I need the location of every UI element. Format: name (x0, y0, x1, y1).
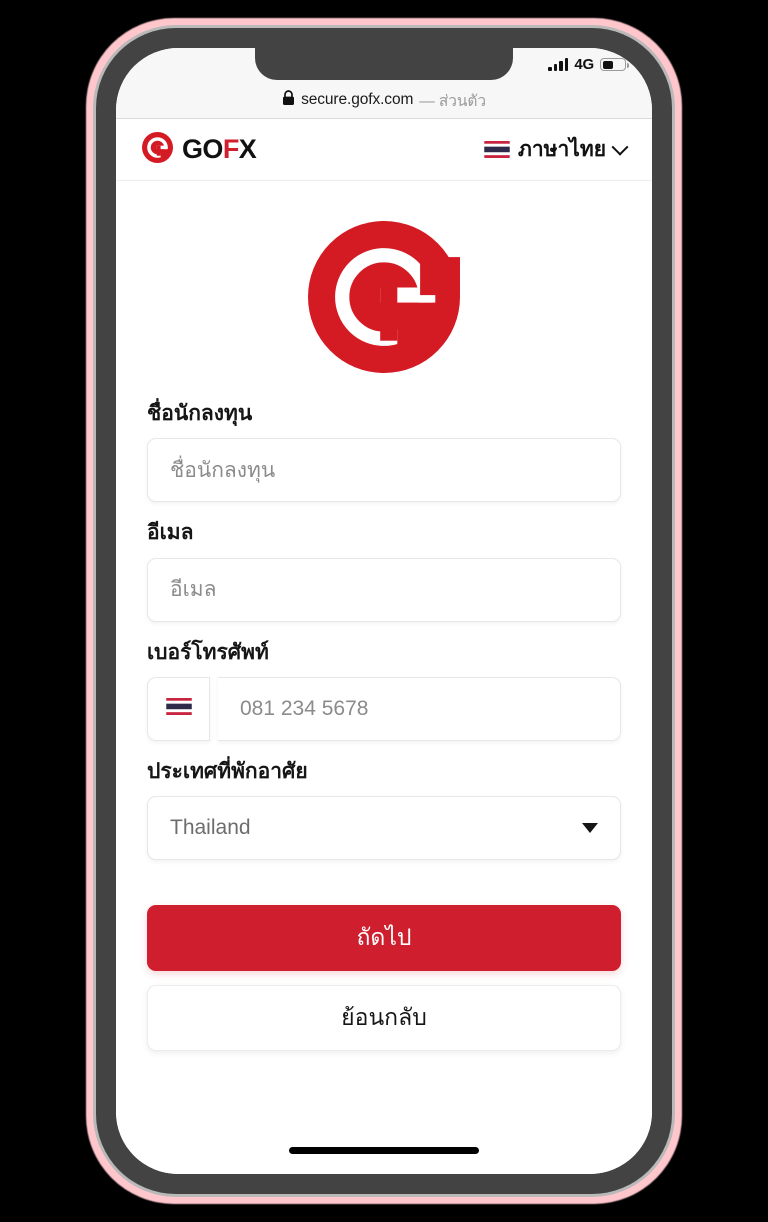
thailand-flag-icon (484, 141, 510, 158)
email-placeholder: อีเมล (170, 578, 217, 602)
network-type-label: 4G (574, 56, 594, 73)
home-indicator[interactable] (289, 1147, 479, 1154)
field-country: ประเทศที่พักอาศัย Thailand (147, 758, 621, 861)
caret-down-icon (582, 823, 598, 834)
chevron-down-icon (611, 138, 629, 156)
email-input[interactable]: อีเมล (147, 557, 621, 622)
field-investor-name: ชื่อนักลงทุน ชื่อนักลงทุน (147, 400, 621, 503)
language-label: ภาษาไทย (518, 138, 606, 161)
brand-wordmark: GOFX (182, 134, 257, 164)
investor-name-label: ชื่อนักลงทุน (147, 402, 253, 425)
language-switcher[interactable]: ภาษาไทย (484, 133, 629, 166)
thailand-flag-icon (165, 698, 192, 720)
gofx-circle-logo-icon (308, 221, 464, 378)
gofx-logo-icon (142, 131, 173, 168)
phone-notch (255, 48, 513, 80)
phone-label: เบอร์โทรศัพท์ (147, 640, 269, 664)
back-button[interactable]: ย้อนกลับ (147, 985, 621, 1052)
investor-name-input[interactable]: ชื่อนักลงทุน (147, 438, 621, 503)
investor-name-placeholder: ชื่อนักลงทุน (170, 458, 276, 482)
brand-logo[interactable]: GOFX (142, 131, 257, 168)
phone-number-input[interactable]: 081 234 5678 (218, 677, 621, 742)
url-bar[interactable]: secure.gofx.com — ส่วนตัว (116, 81, 652, 119)
country-code-selector[interactable] (147, 677, 210, 742)
country-select[interactable]: Thailand (147, 796, 621, 861)
field-phone: เบอร์โทรศัพท์ 081 234 5678 (147, 639, 621, 742)
country-label: ประเทศที่พักอาศัย (147, 760, 308, 784)
url-host-text: secure.gofx.com (301, 91, 414, 108)
status-bar-right: 4G (548, 56, 629, 73)
web-page: GOFX ภาษาไทย ชื่อนักลงทุน ชื่อนักลงทุน อ… (116, 119, 652, 1174)
battery-fill (602, 60, 614, 69)
site-header: GOFX ภาษาไทย (116, 119, 652, 181)
url-private-label: — ส่วนตัว (419, 92, 486, 110)
brand-x-text: X (238, 134, 257, 164)
country-selected-value: Thailand (170, 816, 251, 840)
phone-screen: 4G secure.gofx.com — ส่วนตัว GOFX ภาษาไท… (116, 48, 652, 1174)
registration-form: ชื่อนักลงทุน ชื่อนักลงทุน อีเมล อีเมล เบ… (116, 400, 652, 861)
screenshot-stage: 4G secure.gofx.com — ส่วนตัว GOFX ภาษาไท… (0, 0, 768, 1222)
battery-icon (600, 58, 629, 71)
form-actions: ถัดไป ย้อนกลับ (116, 877, 652, 1052)
email-label: อีเมล (147, 521, 194, 545)
phone-input-row: 081 234 5678 (147, 677, 621, 742)
field-email: อีเมล อีเมล (147, 519, 621, 622)
brand-go-text: GO (182, 134, 223, 164)
next-button[interactable]: ถัดไป (147, 905, 621, 972)
signal-strength-icon (548, 58, 569, 71)
hero-logo-area (116, 181, 652, 400)
brand-f-text: F (222, 134, 240, 164)
lock-icon (282, 89, 295, 111)
phone-placeholder: 081 234 5678 (240, 697, 369, 721)
